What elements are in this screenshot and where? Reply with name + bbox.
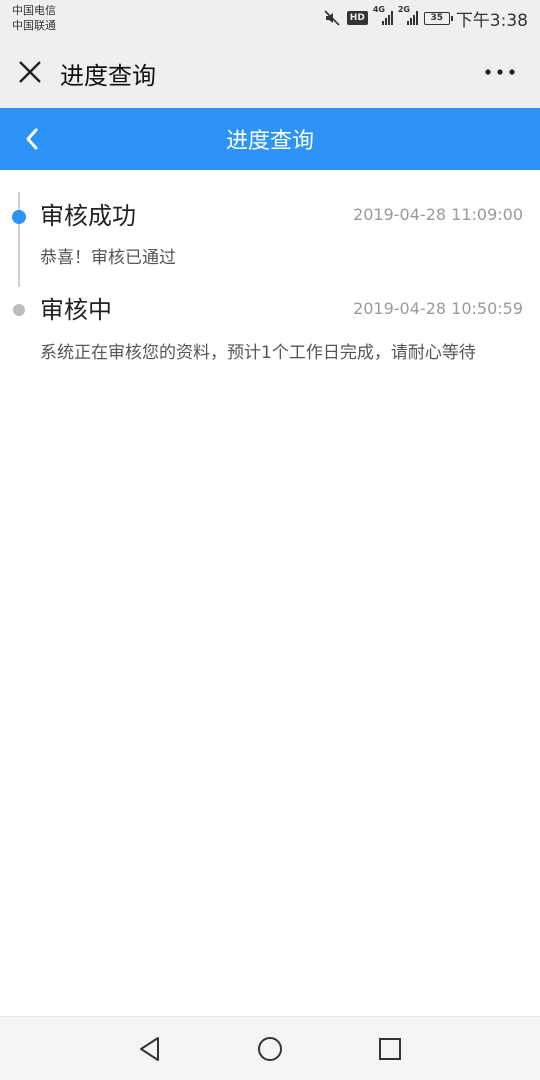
top-bar: 进度查询 [0, 36, 540, 108]
carrier-info: 中国电信 中国联通 [12, 3, 56, 33]
battery-icon: 35 [423, 11, 453, 25]
status-icons: HD 4G 2G 35 下午3:38 [323, 5, 528, 31]
timeline-item-time: 2019-04-28 11:09:00 [353, 205, 523, 224]
timeline-item-desc: 系统正在审核您的资料，预计1个工作日完成，请耐心等待 [40, 343, 476, 363]
timeline-connector [18, 192, 20, 287]
more-button[interactable] [484, 62, 516, 82]
2g-signal-icon: 2G [398, 5, 418, 25]
carrier-1: 中国电信 [12, 4, 56, 17]
recents-square-icon [379, 1038, 401, 1060]
status-time: 下午3:38 [455, 10, 528, 31]
timeline-item-desc: 恭喜！审核已通过 [40, 248, 176, 268]
top-bar-title: 进度查询 [60, 62, 156, 90]
home-circle-icon [258, 1037, 282, 1061]
nav-home-button[interactable] [256, 1035, 284, 1063]
4g-signal-icon: 4G [373, 5, 393, 25]
screen: 中国电信 中国联通 HD 4G 2G 35 下午3:38 进度查询 进度查询 审… [0, 0, 540, 1080]
system-nav-bar [0, 1016, 540, 1080]
status-bar: 中国电信 中国联通 HD 4G 2G 35 下午3:38 [0, 0, 540, 36]
hd-icon: HD [346, 11, 368, 25]
close-icon [19, 61, 41, 83]
nav-back-button[interactable] [136, 1035, 164, 1063]
nav-recents-button[interactable] [376, 1035, 404, 1063]
timeline-dot [13, 304, 25, 316]
carrier-2: 中国联通 [12, 19, 56, 32]
timeline-dot-active [12, 210, 26, 224]
timeline-item-title: 审核中 [40, 296, 112, 324]
timeline-item-time: 2019-04-28 10:50:59 [353, 299, 523, 318]
back-triangle-icon [140, 1037, 159, 1061]
page-title: 进度查询 [225, 129, 314, 154]
page-header: 进度查询 [0, 108, 540, 170]
close-button[interactable] [16, 58, 44, 86]
mute-icon [323, 9, 341, 27]
timeline-item-title: 审核成功 [40, 202, 136, 230]
more-icon [485, 69, 515, 75]
